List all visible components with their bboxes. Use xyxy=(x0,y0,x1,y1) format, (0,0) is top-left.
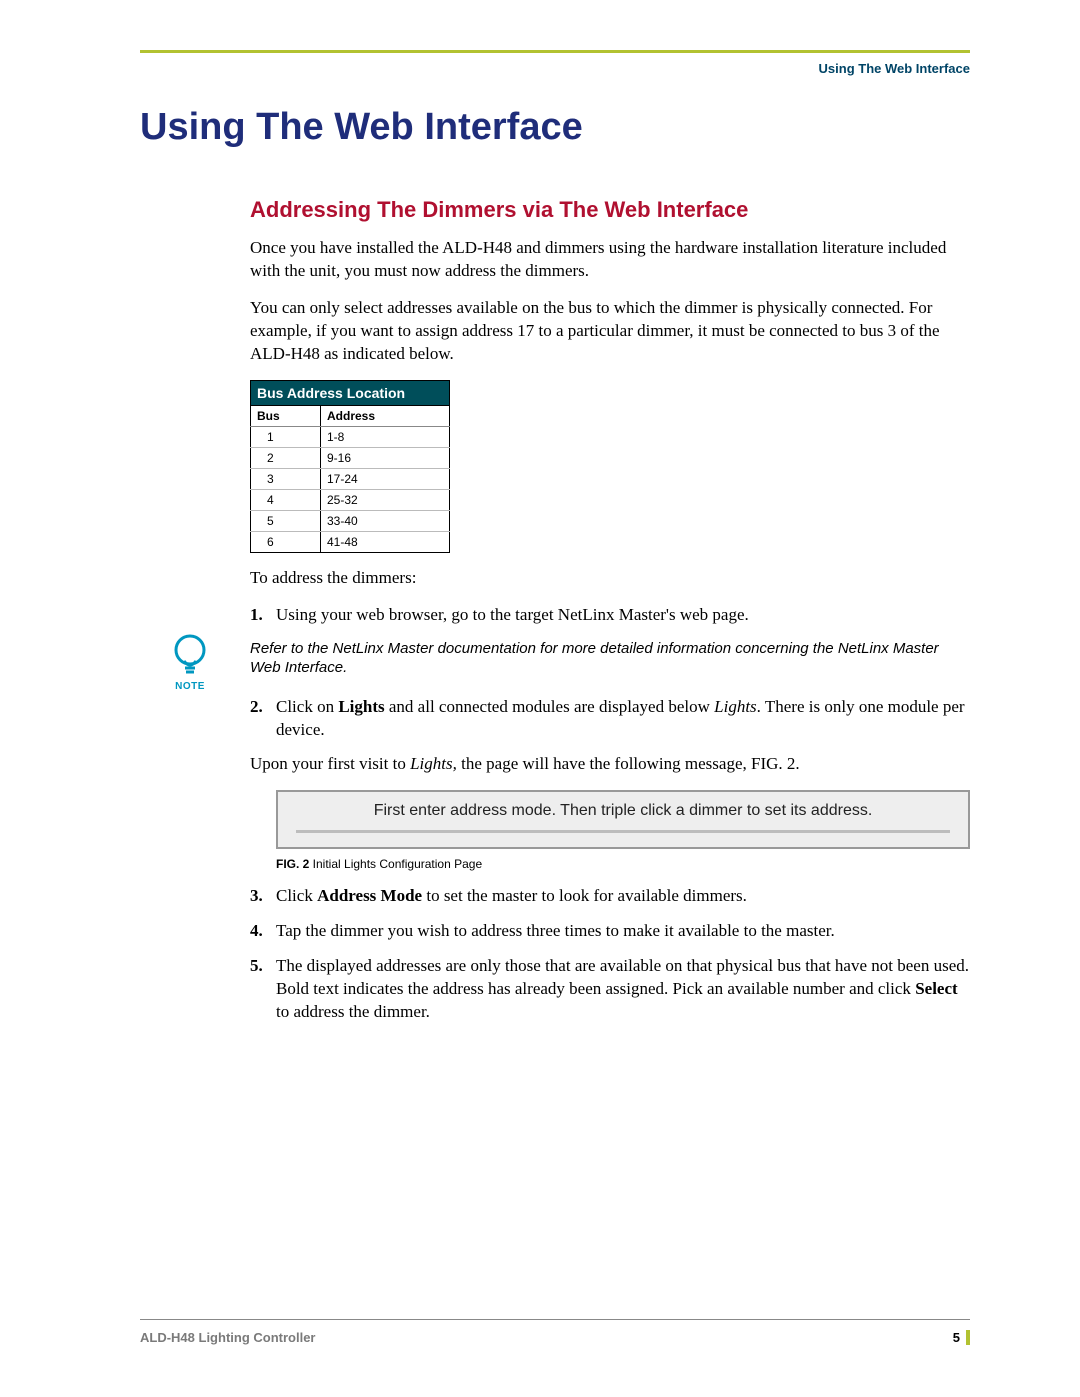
bus-address-table: Bus Address Location Bus Address 11-8 29… xyxy=(250,380,450,553)
running-head: Using The Web Interface xyxy=(140,61,970,76)
page-title: Using The Web Interface xyxy=(140,106,970,149)
table-row: 641-48 xyxy=(251,531,450,552)
step-1: 1. Using your web browser, go to the tar… xyxy=(250,604,970,627)
step-5: 5. The displayed addresses are only thos… xyxy=(250,955,970,1024)
step-num: 5. xyxy=(250,955,276,1024)
step-text: Click on Lights and all connected module… xyxy=(276,696,970,742)
step-4: 4. Tap the dimmer you wish to address th… xyxy=(250,920,970,943)
step-num: 3. xyxy=(250,885,276,908)
col-address: Address xyxy=(321,405,450,426)
step-text: Using your web browser, go to the target… xyxy=(276,604,970,627)
table-row: 11-8 xyxy=(251,426,450,447)
note-text: Refer to the NetLinx Master documentatio… xyxy=(250,639,970,678)
page-footer: ALD-H48 Lighting Controller 5 xyxy=(140,1319,970,1345)
col-bus: Bus xyxy=(251,405,321,426)
note-label: NOTE xyxy=(160,681,220,692)
figure-message: First enter address mode. Then triple cl… xyxy=(374,802,873,819)
step-text: Tap the dimmer you wish to address three… xyxy=(276,920,970,943)
figure-2-box: First enter address mode. Then triple cl… xyxy=(276,790,970,849)
note-block: NOTE Refer to the NetLinx Master documen… xyxy=(250,639,970,678)
step-text: The displayed addresses are only those t… xyxy=(276,955,970,1024)
table-title: Bus Address Location xyxy=(251,380,450,405)
step-num: 2. xyxy=(250,696,276,742)
note-icon: NOTE xyxy=(160,633,220,692)
step-num: 1. xyxy=(250,604,276,627)
intro-para-2: You can only select addresses available … xyxy=(250,297,970,366)
intro-para-1: Once you have installed the ALD-H48 and … xyxy=(250,237,970,283)
lightbulb-icon xyxy=(169,633,211,679)
table-row: 425-32 xyxy=(251,489,450,510)
step-2: 2. Click on Lights and all connected mod… xyxy=(250,696,970,742)
step-3: 3. Click Address Mode to set the master … xyxy=(250,885,970,908)
page: Using The Web Interface Using The Web In… xyxy=(0,0,1080,1397)
steps-list: 1. Using your web browser, go to the tar… xyxy=(250,604,970,1024)
lead-in: To address the dimmers: xyxy=(250,567,970,590)
upon-visit-para: Upon your first visit to Lights, the pag… xyxy=(250,753,970,776)
table-row: 317-24 xyxy=(251,468,450,489)
footer-doc-title: ALD-H48 Lighting Controller xyxy=(140,1330,316,1345)
table-row: 533-40 xyxy=(251,510,450,531)
content-area: Addressing The Dimmers via The Web Inter… xyxy=(250,197,970,1024)
top-rule xyxy=(140,50,970,53)
page-number: 5 xyxy=(953,1330,970,1345)
figure-caption: FIG. 2 Initial Lights Configuration Page xyxy=(276,857,970,871)
footer-rule xyxy=(140,1319,970,1320)
table-row: 29-16 xyxy=(251,447,450,468)
section-heading: Addressing The Dimmers via The Web Inter… xyxy=(250,197,970,223)
step-num: 4. xyxy=(250,920,276,943)
figure-inner-rule xyxy=(296,830,950,833)
step-text: Click Address Mode to set the master to … xyxy=(276,885,970,908)
